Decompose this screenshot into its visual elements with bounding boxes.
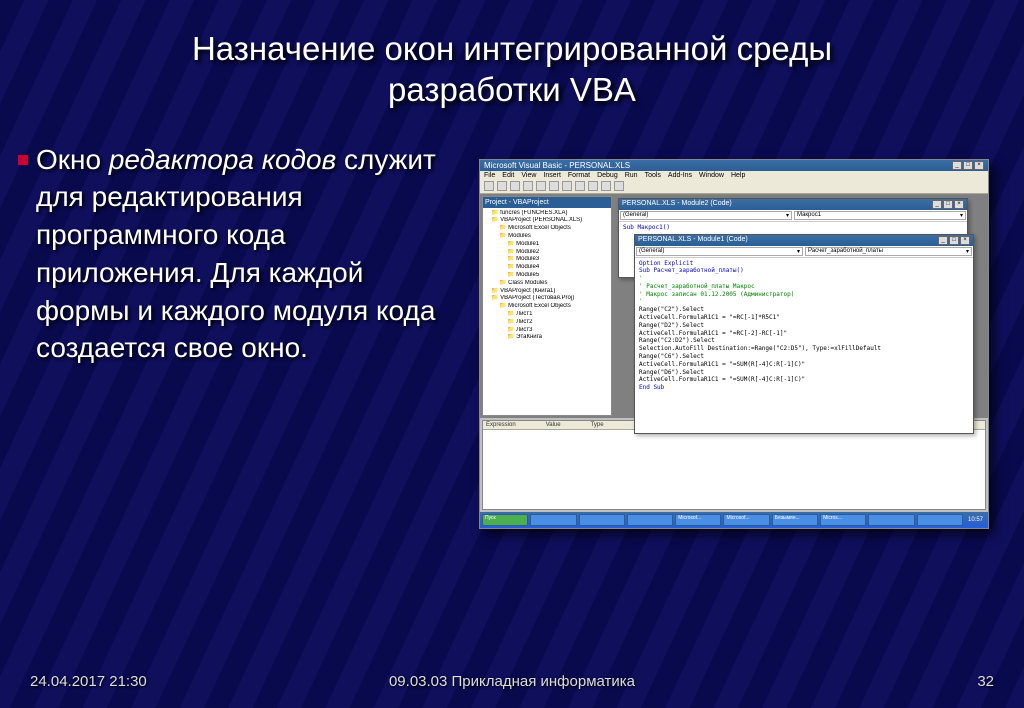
- vba-screenshot: Microsoft Visual Basic - PERSONAL.XLS _□…: [479, 159, 989, 529]
- vba-toolbar: [480, 180, 988, 194]
- slide-title: Назначение окон интегрированной среды ра…: [0, 0, 1024, 111]
- project-explorer: Project - VBAProject 📁 funcres (FUNCRES.…: [482, 196, 612, 416]
- code-window-front: PERSONAL.XLS - Module1 (Code)_□× (Genera…: [634, 234, 974, 434]
- bullet-icon: [18, 155, 28, 165]
- body-text: Окно редактора кодов служит для редактир…: [18, 141, 448, 529]
- slide-footer: 24.04.2017 21:30 09.03.03 Прикладная инф…: [0, 673, 1024, 690]
- vba-titlebar: Microsoft Visual Basic - PERSONAL.XLS _□…: [480, 160, 988, 171]
- windows-taskbar: ПускMicrosof...Microsof...Безымян...Micr…: [480, 512, 988, 528]
- footer-center: 09.03.03 Прикладная информатика: [0, 673, 1024, 690]
- vba-menubar: FileEditViewInsertFormatDebugRunToolsAdd…: [480, 171, 988, 180]
